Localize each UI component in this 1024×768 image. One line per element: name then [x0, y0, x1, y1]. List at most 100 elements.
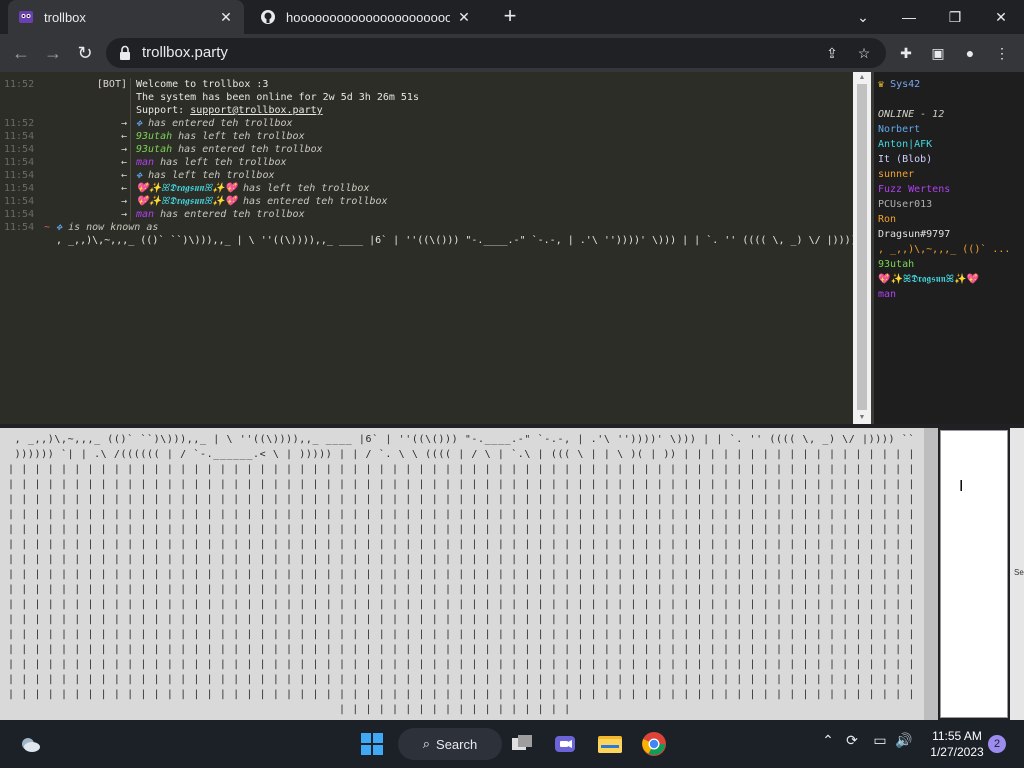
- input-text-line: | | | | | | | | | | | | | | | | | | | | …: [8, 524, 924, 535]
- profile-avatar-icon[interactable]: ●: [960, 43, 980, 63]
- tab-hooo[interactable]: hooooooooooooooooooooooooooooo ✕: [250, 0, 482, 34]
- chat-message: Support: support@trollbox.party: [0, 104, 853, 117]
- teams-chat-icon[interactable]: [551, 730, 579, 758]
- notification-badge[interactable]: 2: [988, 735, 1006, 753]
- scroll-down-icon[interactable]: ▼: [853, 412, 871, 424]
- sync-icon[interactable]: ⟳: [842, 732, 862, 749]
- separator: [130, 91, 131, 104]
- separator: [130, 208, 131, 221]
- more-menu-icon[interactable]: ⋮: [992, 43, 1012, 63]
- bookmark-star-icon[interactable]: ☆: [854, 43, 874, 63]
- event-text: has entered teh trollbox: [178, 144, 323, 155]
- user-avatar-icon: ✥: [136, 170, 143, 181]
- minimize-icon[interactable]: —: [886, 0, 932, 34]
- input-text-line: | | | | | | | | | | | | | | | | | | | | …: [8, 629, 924, 640]
- user-list-item[interactable]: sunner: [878, 167, 914, 182]
- support-email-link[interactable]: support@trollbox.party: [190, 105, 322, 116]
- tab-strip: trollbox ✕ hoooooooooooooooooooooooooooo…: [0, 0, 1024, 34]
- enter-arrow-icon: →: [120, 209, 127, 220]
- user-name[interactable]: man: [136, 209, 154, 220]
- user-list-item[interactable]: Dragsun#9797: [878, 227, 950, 242]
- user-name[interactable]: 💖✨ꕤ𝕯𝖗𝖆𝖌𝖘𝖚𝖓ꕤ✨💖: [136, 183, 237, 194]
- sys-user[interactable]: ♛ Sys42: [878, 77, 920, 92]
- restore-icon[interactable]: ❐: [932, 0, 978, 34]
- message-input[interactable]: , _,,)\,~,,,_ (()` ``)\))),,_ | \ ''((\)…: [0, 428, 924, 720]
- input-text-line: | | | | | | | | | | | | | | | | | | | | …: [8, 569, 924, 580]
- separator: [130, 104, 131, 117]
- message-text: ✥ is now known as: [56, 221, 158, 234]
- chat-message: 11:54 ~ ✥ is now known as: [0, 221, 853, 234]
- message-text: 93utah has entered teh trollbox: [136, 143, 323, 156]
- user-list-item[interactable]: 💖✨ꕤ𝕯𝖗𝖆𝖌𝖘𝖚𝖓ꕤ✨💖: [878, 272, 979, 287]
- user-list-item[interactable]: PCUser013: [878, 197, 932, 212]
- input-scrollbar[interactable]: [924, 428, 938, 720]
- user-list-item[interactable]: It (Blob): [878, 152, 932, 167]
- enter-arrow-icon: →: [120, 144, 127, 155]
- user-list-item[interactable]: Anton|AFK: [878, 137, 932, 152]
- message-text: ✥ has left teh trollbox: [136, 169, 275, 182]
- timestamp: 11:54: [4, 131, 35, 142]
- scroll-up-icon[interactable]: ▲: [853, 72, 871, 84]
- user-list-item[interactable]: 93utah: [878, 257, 914, 272]
- address-bar[interactable]: trollbox.party ⇪ ☆: [106, 38, 886, 68]
- tab-close-icon[interactable]: ✕: [218, 9, 234, 26]
- input-text-line: , _,,)\,~,,,_ (()` ``)\))),,_ | \ ''((\)…: [8, 434, 924, 445]
- event-text: has entered teh trollbox: [243, 196, 388, 207]
- sys-user-name: Sys42: [890, 79, 921, 90]
- close-window-icon[interactable]: ✕: [978, 0, 1024, 34]
- extensions-puzzle-icon[interactable]: ✚: [896, 43, 916, 63]
- taskbar-search[interactable]: ⌕ Search: [398, 728, 502, 760]
- send-label: Se: [1014, 568, 1024, 577]
- chat-message: 11:54 ← ✥ has left teh trollbox: [0, 169, 853, 182]
- user-list-item[interactable]: , _,,)\,~,,,_ (()` ...: [878, 242, 1010, 257]
- tab-close-icon[interactable]: ✕: [456, 9, 472, 26]
- timestamp: 11:52: [4, 118, 35, 129]
- send-button[interactable]: [940, 430, 1008, 718]
- input-text-line: | | | | | | | | | | | | | | | | | | | | …: [8, 674, 924, 685]
- timestamp: 11:54: [4, 222, 35, 233]
- task-view-icon[interactable]: [508, 730, 536, 758]
- user-name[interactable]: 93utah: [136, 131, 172, 142]
- timestamp: 11:54: [4, 170, 35, 181]
- tray-chevron-icon[interactable]: ⌃: [818, 732, 838, 749]
- user-name[interactable]: 93utah: [136, 144, 172, 155]
- scrollbar-thumb[interactable]: [857, 84, 867, 410]
- chat-scrollbar[interactable]: ▲ ▼: [853, 72, 871, 424]
- user-list-item[interactable]: man: [878, 287, 896, 302]
- taskbar-clock[interactable]: 11:55 AM 1/27/2023: [922, 728, 992, 760]
- chat-message: 11:54 ← man has left teh trollbox: [0, 156, 853, 169]
- display-icon[interactable]: ▭: [870, 732, 890, 749]
- share-icon[interactable]: ⇪: [822, 43, 842, 63]
- user-list-item[interactable]: Ron: [878, 212, 896, 227]
- tab-trollbox[interactable]: trollbox ✕: [8, 0, 244, 34]
- event-text: has left teh trollbox: [160, 157, 287, 168]
- side-panel-icon[interactable]: ▣: [928, 43, 948, 63]
- back-arrow-icon[interactable]: ←: [8, 40, 34, 66]
- user-name[interactable]: man: [136, 157, 154, 168]
- support-label: Support:: [136, 105, 191, 116]
- new-tab-icon[interactable]: +: [498, 5, 522, 29]
- volume-icon[interactable]: 🔊: [894, 732, 914, 749]
- message-text: 💖✨ꕤ𝕯𝖗𝖆𝖌𝖘𝖚𝖓ꕤ✨💖 has entered teh trollbox: [136, 195, 388, 208]
- browser-toolbar: ← → ↻ trollbox.party ⇪ ☆ ✚ ▣ ● ⋮: [0, 34, 1024, 72]
- file-explorer-icon[interactable]: [596, 730, 624, 758]
- leave-arrow-icon: ←: [120, 170, 127, 181]
- user-name[interactable]: 💖✨ꕤ𝕯𝖗𝖆𝖌𝖘𝖚𝖓ꕤ✨💖: [136, 196, 237, 207]
- trollbox-favicon-icon: [18, 9, 34, 25]
- user-list-item[interactable]: Fuzz Wertens: [878, 182, 950, 197]
- reload-icon[interactable]: ↻: [72, 40, 98, 66]
- event-text: has entered teh trollbox: [148, 118, 293, 129]
- input-text-line: | | | | | | | | | | | | | | | | | | | | …: [8, 584, 924, 595]
- weather-icon[interactable]: [16, 730, 44, 758]
- event-text: has left teh trollbox: [148, 170, 275, 181]
- event-text: has left teh trollbox: [243, 183, 370, 194]
- chat-log: 11:52 [BOT] Welcome to trollbox :3 The s…: [0, 72, 853, 424]
- separator: [130, 130, 131, 143]
- chrome-icon[interactable]: [640, 730, 668, 758]
- start-windows-icon[interactable]: [358, 730, 386, 758]
- tab-search-chevron-icon[interactable]: ⌄: [840, 0, 886, 34]
- forward-arrow-icon[interactable]: →: [40, 40, 66, 66]
- online-count: ONLINE - 12: [878, 109, 945, 120]
- user-list-item[interactable]: Norbert: [878, 122, 920, 137]
- message-text: ✥ has entered teh trollbox: [136, 117, 293, 130]
